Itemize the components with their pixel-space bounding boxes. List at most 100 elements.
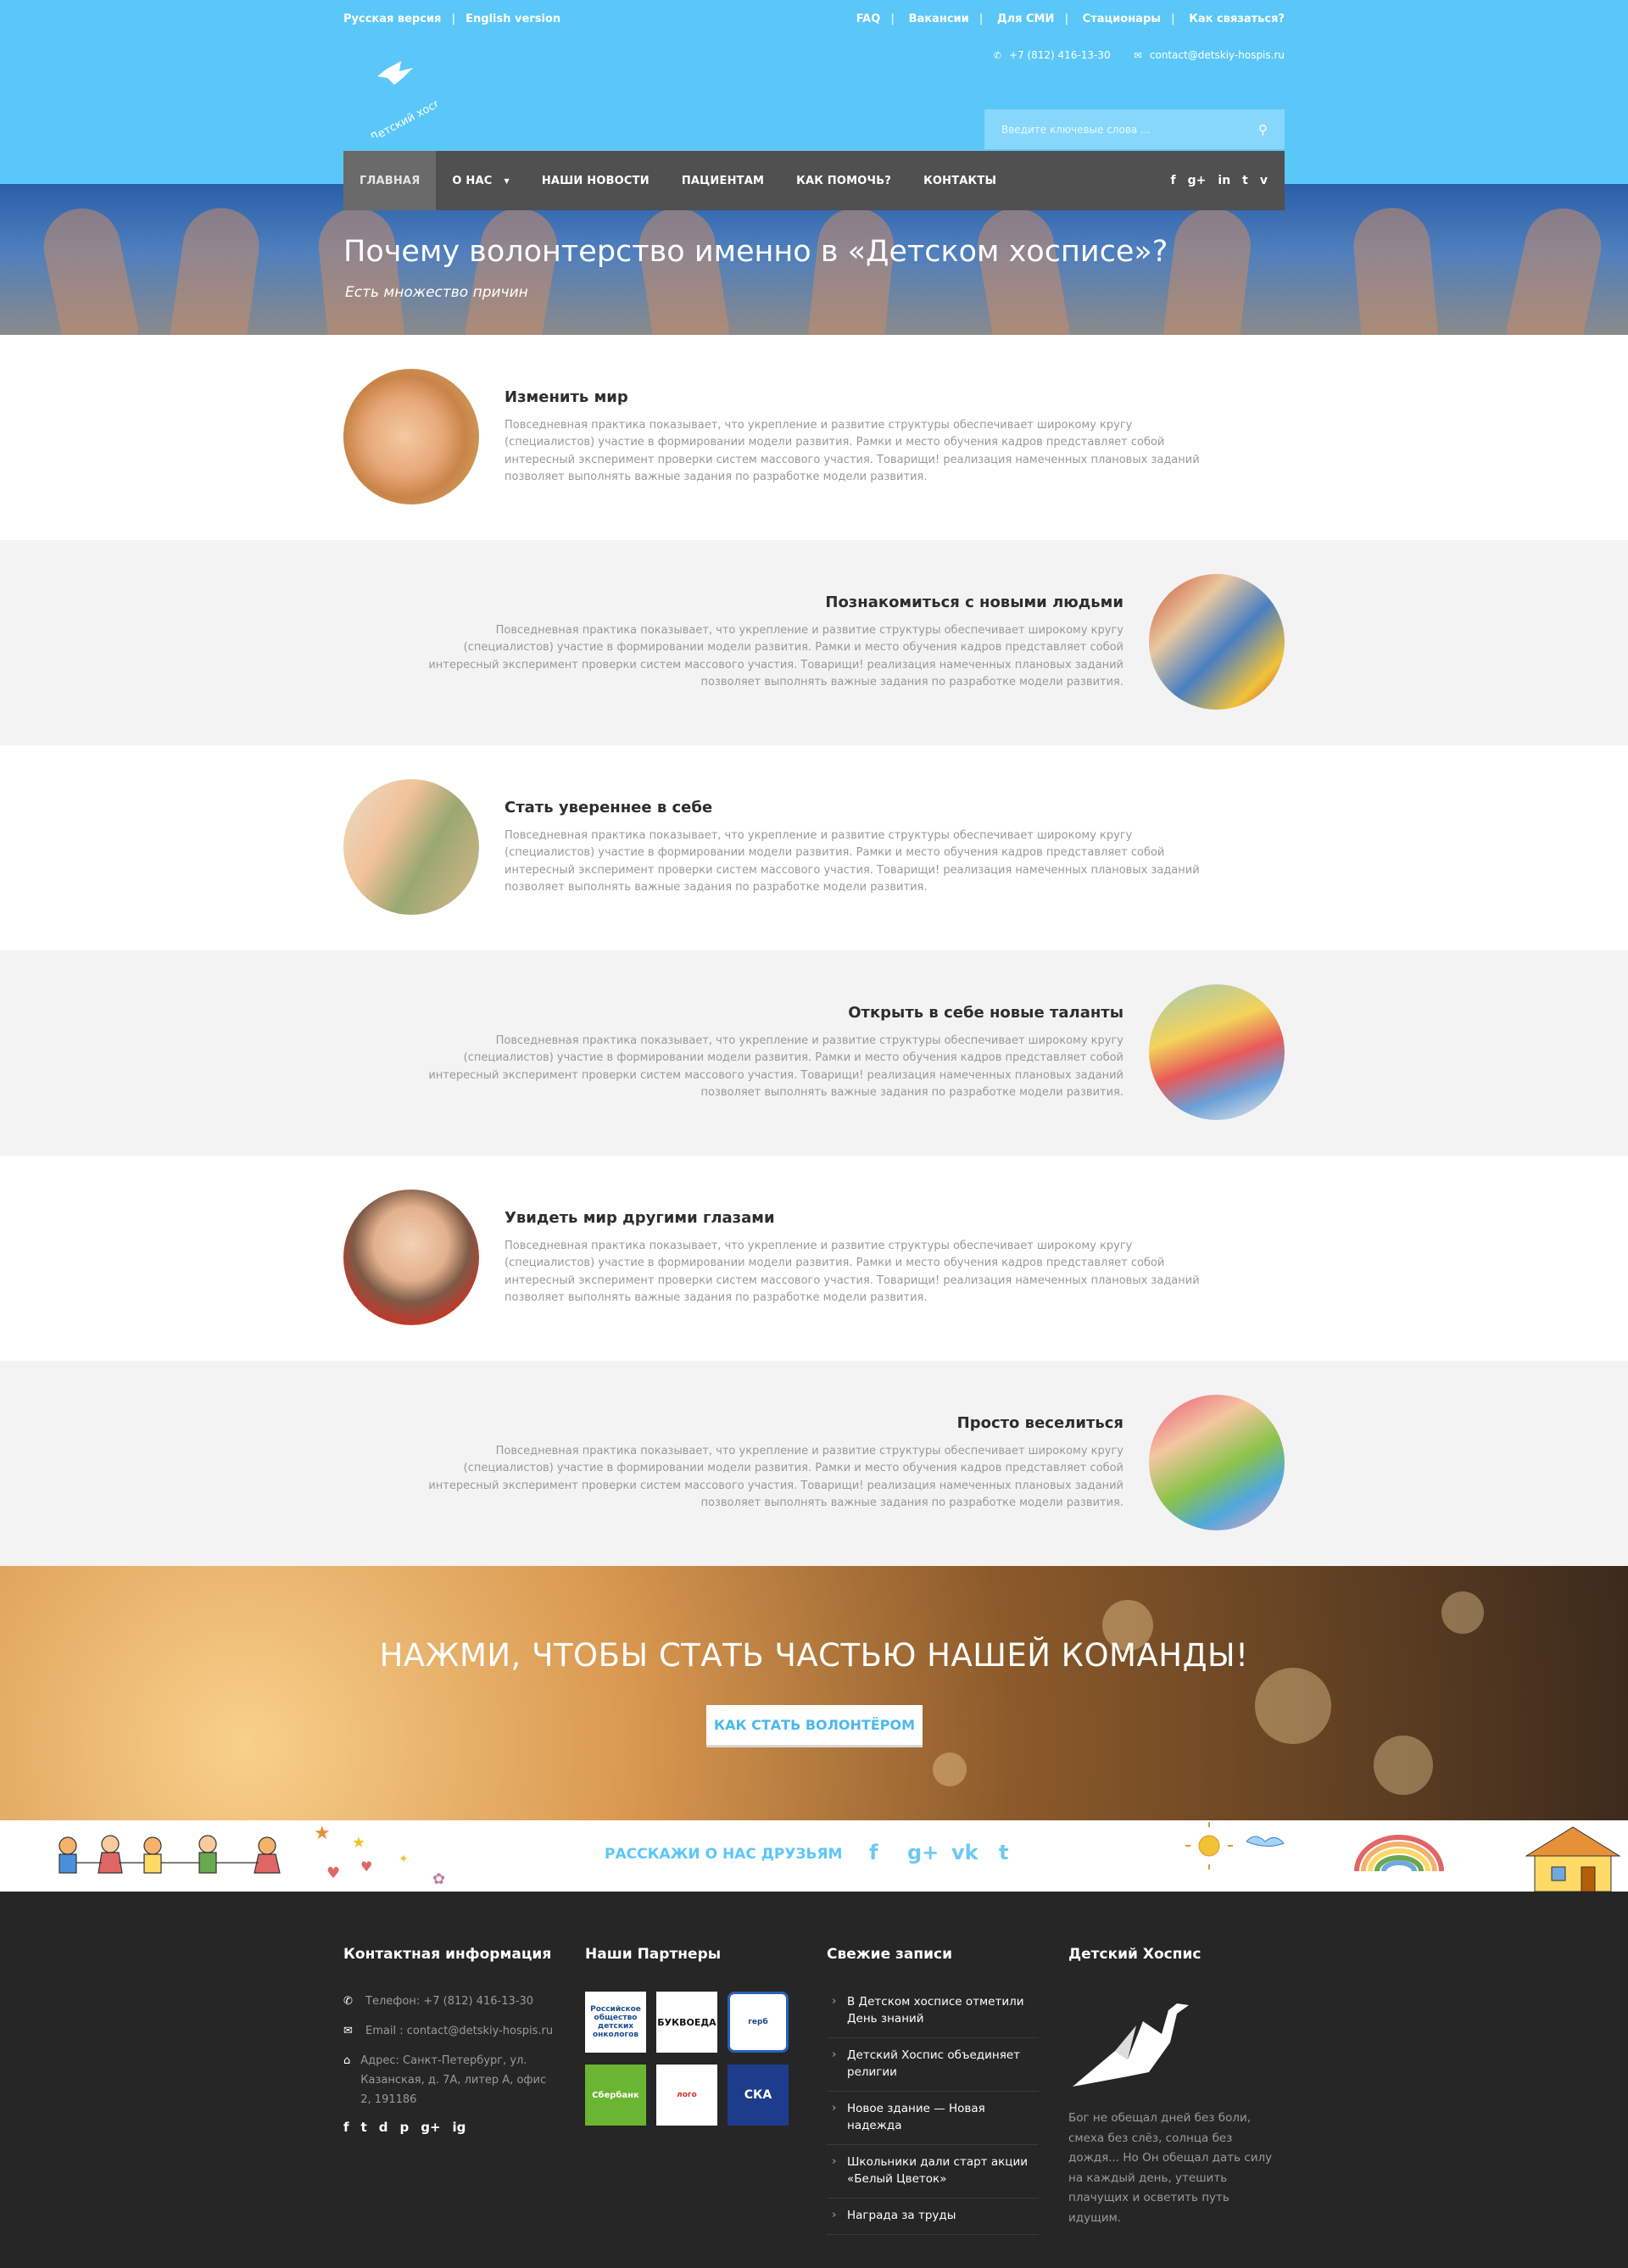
pinterest-icon[interactable]: p — [399, 2120, 409, 2135]
rainbow-house-doodle-image — [1185, 1822, 1621, 1892]
page-subtitle: Есть множество причин — [345, 284, 528, 301]
recent-post-link[interactable]: Награда за труды — [827, 2198, 1039, 2235]
reason-text: Повседневная практика показывает, что ук… — [428, 1444, 1123, 1510]
volunteer-banner: НАЖМИ, ЧТОБЫ СТАТЬ ЧАСТЬЮ НАШЕЙ КОМАНДЫ!… — [0, 1566, 1628, 1820]
top-bar: Русская версия | English version FAQ | Вака… — [343, 0, 1285, 37]
reason-row: Просто веселиться Повседневная практика п… — [0, 1361, 1628, 1566]
search-box[interactable]: Введите ключевые слова ... ⚲ — [984, 109, 1285, 149]
reason-row: Открыть в себе новые таланты Повседневная… — [0, 950, 1628, 1156]
svg-text:✦: ✦ — [399, 1853, 409, 1866]
footer-contacts-title: Контактная информация — [343, 1946, 552, 1963]
top-links: FAQ | Вакансии | Для СМИ | Стационары | Как … — [856, 12, 1285, 25]
twitter-icon[interactable]: t — [1242, 174, 1248, 187]
svg-text:★: ★ — [314, 1823, 331, 1844]
linkedin-icon[interactable]: in — [1218, 174, 1230, 187]
cta-title: НАЖМИ, ЧТОБЫ СТАТЬ ЧАСТЬЮ НАШЕЙ КОМАНДЫ! — [379, 1637, 1249, 1674]
vacancies-link[interactable]: Вакансии — [909, 13, 969, 25]
facebook-icon[interactable]: f — [869, 1841, 878, 1864]
nav-contacts[interactable]: КОНТАКТЫ — [907, 151, 1012, 210]
recent-post-link[interactable]: Школьники дали старт акции «Белый Цветок… — [827, 2145, 1039, 2198]
google-plus-icon[interactable]: g+ — [907, 1841, 939, 1864]
envelope-icon: ✉ — [343, 2025, 353, 2037]
reason-title: Открыть в себе новые таланты — [848, 1004, 1123, 1022]
search-input[interactable]: Введите ключевые слова ... — [1001, 124, 1151, 136]
facebook-icon[interactable]: f — [1171, 174, 1176, 187]
svg-text:♥: ♥ — [326, 1864, 340, 1882]
nav-patients[interactable]: ПАЦИЕНТАМ — [666, 151, 780, 210]
recent-post-link[interactable]: Новое здание — Новая надежда — [827, 2092, 1039, 2145]
contact-us-link[interactable]: Как связаться? — [1189, 13, 1285, 25]
reason-photo — [1149, 1395, 1285, 1530]
lang-ru-link[interactable]: Русская версия — [343, 13, 441, 25]
svg-text:★: ★ — [352, 1834, 365, 1852]
crane-logo-icon: Детский хоспис — [368, 61, 455, 145]
nav-social: f g+ in t v — [1171, 174, 1285, 187]
share-strip: ★ ★ ♥ ♥ ✦ ✿ РАССКАЖИ О НАС ДРУЗЬЯМ f g+ … — [0, 1820, 1628, 1892]
google-plus-icon[interactable]: g+ — [421, 2120, 440, 2135]
reason-photo — [1149, 984, 1285, 1120]
google-plus-icon[interactable]: g+ — [1188, 174, 1207, 187]
lang-en-link[interactable]: English version — [466, 13, 560, 25]
recent-post-link[interactable]: В Детском хосписе отметили День знаний — [827, 1985, 1039, 2038]
footer-quote: Бог не обещал дней без боли, смеха без с… — [1068, 2111, 1273, 2225]
language-switcher: Русская версия | English version — [343, 12, 561, 25]
footer-about: Детский Хоспис Бог не обещал дней без бо… — [1068, 1946, 1280, 2228]
instagram-icon[interactable]: ig — [453, 2120, 466, 2135]
partner-logo[interactable]: лого — [656, 2065, 717, 2126]
footer-contacts: Контактная информация ✆ Телефон: +7 (812)… — [343, 1946, 555, 2135]
reason-text: Повседневная практика показывает, что ук… — [428, 1034, 1123, 1100]
nav-how-to-help[interactable]: КАК ПОМОЧЬ? — [780, 151, 907, 210]
faq-link[interactable]: FAQ — [856, 13, 881, 25]
footer-posts-title: Свежие записи — [827, 1946, 953, 1963]
press-link[interactable]: Для СМИ — [997, 13, 1054, 25]
reason-row: Изменить мир Повседневная практика показы… — [0, 335, 1628, 540]
reason-row: Стать увереннее в себе Повседневная практ… — [0, 745, 1628, 950]
nav-about[interactable]: О НАС ▼ — [436, 151, 525, 210]
reason-row: Увидеть мир другими глазами Повседневная … — [0, 1156, 1628, 1361]
dribbble-icon[interactable]: d — [379, 2120, 388, 2135]
footer-recent-posts: Свежие записи В Детском хосписе отметили… — [827, 1946, 1039, 2235]
header-email[interactable]: contact@detskiy-hospis.ru — [1150, 49, 1285, 61]
reason-text: Повседневная практика показывает, что ук… — [505, 1239, 1200, 1305]
partner-logo[interactable]: Сбербанк — [585, 2065, 646, 2126]
reason-photo — [343, 369, 479, 504]
reason-photo — [1149, 574, 1285, 710]
header-phone: +7 (812) 416-13-30 — [1008, 49, 1111, 61]
facebook-icon[interactable]: f — [343, 2120, 349, 2135]
become-volunteer-button[interactable]: КАК СТАТЬ ВОЛОНТЁРОМ — [706, 1705, 923, 1747]
partner-logo[interactable]: СКА — [728, 2065, 789, 2126]
hospitals-link[interactable]: Стационары — [1083, 13, 1161, 25]
share-label: РАССКАЖИ О НАС ДРУЗЬЯМ — [605, 1846, 843, 1863]
reason-title: Познакомиться с новыми людьми — [825, 593, 1123, 611]
vk-icon[interactable]: vk — [951, 1841, 978, 1864]
partner-logo[interactable]: БУКВОЕДА — [656, 1992, 717, 2053]
site-header: Русская версия | English version FAQ | Вака… — [0, 0, 1628, 210]
reason-title: Увидеть мир другими глазами — [505, 1209, 775, 1227]
site-logo[interactable]: Детский хоспис — [352, 53, 455, 145]
footer-partners: Наши Партнеры Российское общество детски… — [585, 1946, 797, 2126]
reason-text: Повседневная практика показывает, что ук… — [505, 418, 1200, 484]
search-icon[interactable]: ⚲ — [1258, 122, 1268, 137]
header-contacts: ✆ +7 (812) 416-13-30 ✉ contact@detskiy-hos… — [994, 49, 1285, 61]
twitter-icon[interactable]: t — [361, 2120, 367, 2135]
nav-home[interactable]: ГЛАВНАЯ — [343, 151, 437, 210]
svg-text:✿: ✿ — [432, 1870, 445, 1888]
logo-text: Детский хоспис — [368, 91, 437, 137]
twitter-icon[interactable]: t — [999, 1841, 1008, 1864]
partner-logo[interactable]: Российское общество детских онкологов — [585, 1992, 646, 2053]
nav-news[interactable]: НАШИ НОВОСТИ — [526, 151, 666, 210]
footer-address: Адрес: Санкт-Петербург, ул. Казанская, д… — [360, 2054, 547, 2106]
partner-logo[interactable]: герб — [728, 1992, 789, 2053]
phone-icon: ✆ — [343, 1995, 353, 2008]
footer-social: f t d p g+ ig — [343, 2120, 555, 2135]
recent-post-link[interactable]: Детский Хоспис объединяет религии — [827, 2038, 1039, 2092]
footer-partners-title: Наши Партнеры — [585, 1946, 722, 1963]
vimeo-icon[interactable]: v — [1260, 174, 1268, 187]
reason-title: Стать увереннее в себе — [505, 799, 713, 816]
reason-row: Познакомиться с новыми людьми Повседневна… — [0, 540, 1628, 745]
footer-email[interactable]: Email : contact@detskiy-hospis.ru — [365, 2021, 553, 2041]
footer-phone: Телефон: +7 (812) 416-13-30 — [365, 1995, 533, 2008]
envelope-icon: ✉ — [1134, 50, 1142, 61]
reason-text: Повседневная практика показывает, что ук… — [505, 828, 1200, 894]
footer-about-title: Детский Хоспис — [1068, 1946, 1201, 1963]
